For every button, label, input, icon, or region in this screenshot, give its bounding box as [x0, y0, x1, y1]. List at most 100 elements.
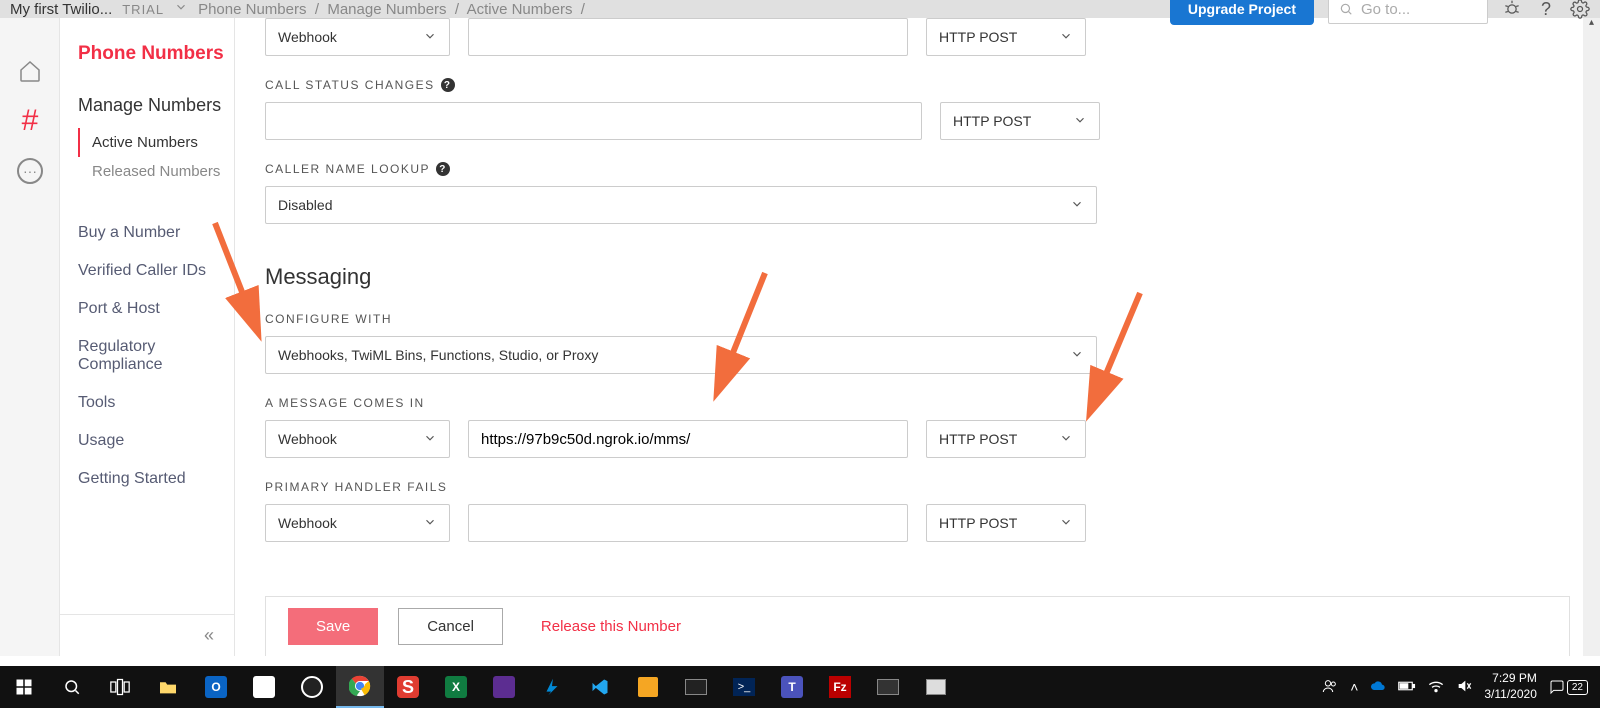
message-url-input[interactable] — [468, 420, 908, 458]
help-tooltip-icon[interactable]: ? — [441, 78, 455, 92]
primary-fails-handler-select[interactable]: Webhook — [265, 504, 450, 542]
people-tray-icon[interactable] — [1322, 678, 1338, 697]
powershell-icon[interactable]: >_ — [720, 666, 768, 708]
crumb-active-numbers[interactable]: Active Numbers — [467, 1, 573, 18]
taskbar-search-icon[interactable] — [48, 666, 96, 708]
rail-more-icon[interactable]: ··· — [0, 146, 60, 196]
chevron-down-icon — [423, 515, 437, 532]
chevron-down-icon — [1070, 197, 1084, 214]
release-number-link[interactable]: Release this Number — [541, 618, 681, 635]
messaging-section-title: Messaging — [265, 264, 1550, 290]
cmd-icon[interactable] — [864, 666, 912, 708]
battery-tray-icon[interactable] — [1398, 679, 1416, 695]
terminal-icon[interactable] — [672, 666, 720, 708]
chevron-down-icon — [1059, 29, 1073, 46]
chrome-icon[interactable] — [336, 666, 384, 708]
call-status-url-field[interactable] — [278, 113, 909, 130]
sidebar-item-getting-started[interactable]: Getting Started — [78, 460, 234, 498]
chevron-down-icon — [423, 431, 437, 448]
message-method-value: HTTP POST — [939, 431, 1017, 447]
sidebar-manage-numbers[interactable]: Manage Numbers — [78, 95, 234, 116]
tray-chevron-up-icon[interactable]: ˄ — [1350, 679, 1358, 695]
voice-url-input[interactable] — [468, 18, 908, 56]
snagit-icon[interactable]: S — [384, 666, 432, 708]
obs-icon[interactable] — [288, 666, 336, 708]
chevron-down-icon — [1059, 431, 1073, 448]
clock-time: 7:29 PM — [1484, 671, 1537, 687]
voice-handler-value: Webhook — [278, 29, 337, 45]
paint-icon[interactable] — [240, 666, 288, 708]
window-icon[interactable] — [912, 666, 960, 708]
sidebar-title[interactable]: Phone Numbers — [78, 43, 234, 65]
chevron-down-icon — [1059, 515, 1073, 532]
voice-method-value: HTTP POST — [939, 29, 1017, 45]
rail-hash-icon[interactable]: # — [0, 96, 60, 146]
message-handler-select[interactable]: Webhook — [265, 420, 450, 458]
primary-fails-url-input[interactable] — [468, 504, 908, 542]
project-chevron-down-icon[interactable] — [174, 0, 188, 18]
start-button[interactable] — [0, 666, 48, 708]
trial-badge: TRIAL — [122, 2, 164, 17]
sidebar-item-verified-caller-ids[interactable]: Verified Caller IDs — [78, 252, 234, 290]
visual-studio-icon[interactable] — [480, 666, 528, 708]
sidebar-item-active-numbers[interactable]: Active Numbers — [78, 128, 234, 157]
storage-explorer-icon[interactable] — [624, 666, 672, 708]
caller-name-lookup-select[interactable]: Disabled — [265, 186, 1097, 224]
clock-date: 3/11/2020 — [1484, 687, 1537, 703]
voice-handler-select[interactable]: Webhook — [265, 18, 450, 56]
message-url-field[interactable] — [481, 431, 895, 448]
chevron-down-icon — [1070, 347, 1084, 364]
help-tooltip-icon[interactable]: ? — [436, 162, 450, 176]
outlook-icon[interactable]: O — [192, 666, 240, 708]
voice-method-select[interactable]: HTTP POST — [926, 18, 1086, 56]
icon-rail: # ··· — [0, 18, 60, 656]
sidebar-item-tools[interactable]: Tools — [78, 384, 234, 422]
help-icon[interactable]: ? — [1536, 0, 1556, 19]
windows-taskbar: O S X >_ T Fz ˄ — [0, 666, 1600, 708]
page-scrollbar[interactable] — [1583, 18, 1600, 656]
onedrive-tray-icon[interactable] — [1370, 679, 1386, 695]
message-comes-in-label: A MESSAGE COMES IN — [265, 396, 1550, 410]
configure-with-value: Webhooks, TwiML Bins, Functions, Studio,… — [278, 347, 598, 363]
sidebar-collapse-icon[interactable]: « — [60, 614, 234, 646]
filezilla-icon[interactable]: Fz — [816, 666, 864, 708]
primary-fails-handler-value: Webhook — [278, 515, 337, 531]
task-view-icon[interactable] — [96, 666, 144, 708]
taskbar-clock[interactable]: 7:29 PM 3/11/2020 — [1484, 671, 1537, 702]
chevron-down-icon — [423, 29, 437, 46]
notifications-tray-icon[interactable]: 22 — [1549, 679, 1588, 695]
rail-home-icon[interactable] — [0, 46, 60, 96]
primary-fails-url-field[interactable] — [481, 515, 895, 532]
project-name[interactable]: My first Twilio... — [10, 1, 112, 18]
save-button[interactable]: Save — [288, 608, 378, 645]
action-bar: Save Cancel Release this Number — [265, 596, 1570, 656]
sidebar-item-port-host[interactable]: Port & Host — [78, 290, 234, 328]
debug-icon[interactable] — [1502, 0, 1522, 19]
wifi-tray-icon[interactable] — [1428, 679, 1444, 696]
sidebar-item-buy-number[interactable]: Buy a Number — [78, 214, 234, 252]
configure-with-select[interactable]: Webhooks, TwiML Bins, Functions, Studio,… — [265, 336, 1097, 374]
volume-tray-icon[interactable] — [1456, 678, 1472, 697]
cancel-button[interactable]: Cancel — [398, 608, 503, 645]
azure-icon[interactable] — [528, 666, 576, 708]
notification-count: 22 — [1567, 680, 1588, 695]
sidebar-item-regulatory-compliance[interactable]: Regulatory Compliance — [78, 328, 234, 384]
settings-gear-icon[interactable] — [1570, 0, 1590, 19]
primary-handler-fails-label: PRIMARY HANDLER FAILS — [265, 480, 1550, 494]
file-explorer-icon[interactable] — [144, 666, 192, 708]
call-status-url-input[interactable] — [265, 102, 922, 140]
crumb-manage-numbers[interactable]: Manage Numbers — [327, 1, 446, 18]
crumb-phone-numbers[interactable]: Phone Numbers — [198, 1, 306, 18]
excel-icon[interactable]: X — [432, 666, 480, 708]
sidebar-item-usage[interactable]: Usage — [78, 422, 234, 460]
goto-placeholder: Go to... — [1361, 1, 1410, 18]
call-status-method-select[interactable]: HTTP POST — [940, 102, 1100, 140]
voice-url-field[interactable] — [481, 29, 895, 46]
vscode-icon[interactable] — [576, 666, 624, 708]
primary-fails-method-select[interactable]: HTTP POST — [926, 504, 1086, 542]
sidebar-item-released-numbers[interactable]: Released Numbers — [78, 157, 234, 186]
teams-icon[interactable]: T — [768, 666, 816, 708]
call-status-changes-label: CALL STATUS CHANGES ? — [265, 78, 1550, 92]
message-method-select[interactable]: HTTP POST — [926, 420, 1086, 458]
search-icon — [1339, 2, 1353, 16]
